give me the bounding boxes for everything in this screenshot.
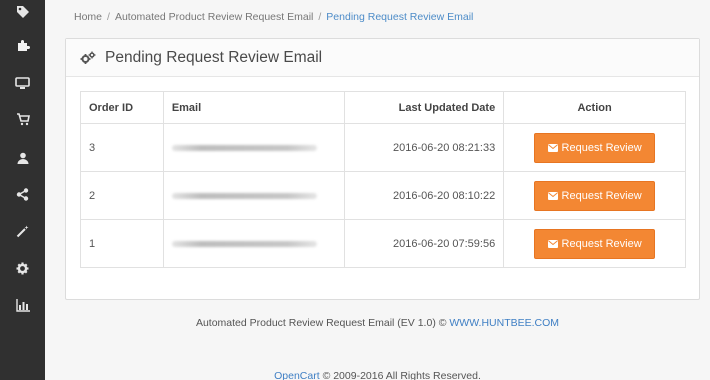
request-review-button[interactable]: Request Review	[534, 180, 656, 211]
date-cell: 2016-06-20 07:59:56	[343, 219, 505, 268]
table-row: 2 2016-06-20 08:10:22 Request Review	[80, 171, 686, 220]
column-header-action: Action	[503, 91, 686, 124]
breadcrumb-separator: /	[318, 11, 322, 23]
request-review-label: Request Review	[561, 237, 642, 250]
email-cell	[162, 219, 345, 268]
share-icon	[16, 187, 29, 201]
table-row: 1 2016-06-20 07:59:56 Request Review	[80, 219, 686, 268]
action-cell: Request Review	[503, 123, 686, 172]
copyright-text: © 2009-2016 All Rights Reserved.	[322, 370, 481, 380]
breadcrumb-home[interactable]: Home	[74, 11, 102, 23]
breadcrumb-module[interactable]: Automated Product Review Request Email	[115, 11, 313, 23]
panel-heading: Pending Request Review Email	[66, 39, 699, 77]
order-id-cell: 3	[80, 123, 164, 172]
envelope-icon	[547, 191, 558, 200]
request-review-button[interactable]: Request Review	[534, 132, 656, 163]
date-cell: 2016-06-20 08:21:33	[343, 123, 505, 172]
blurred-email	[171, 192, 317, 199]
request-review-label: Request Review	[561, 141, 642, 154]
email-cell	[162, 171, 345, 220]
huntbee-link[interactable]: WWW.HUNTBEE.COM	[449, 317, 559, 329]
breadcrumb-current[interactable]: Pending Request Review Email	[326, 11, 473, 23]
table-row: 3 2016-06-20 08:21:33 Request Review	[80, 123, 686, 172]
gear-icon	[16, 262, 29, 275]
tags-icon	[16, 5, 30, 19]
sidebar-item-tools[interactable]	[0, 214, 45, 248]
extension-footer: Automated Product Review Request Email (…	[45, 317, 710, 329]
envelope-icon	[547, 143, 558, 152]
column-header-last-updated[interactable]: Last Updated Date	[343, 91, 505, 124]
order-id-cell: 2	[80, 171, 164, 220]
extension-footer-text: Automated Product Review Request Email (…	[195, 317, 447, 329]
desktop-icon	[15, 76, 30, 90]
opencart-footer: OpenCart © 2009-2016 All Rights Reserved…	[45, 370, 710, 380]
sidebar-item-extensions[interactable]	[0, 28, 45, 62]
action-cell: Request Review	[503, 219, 686, 268]
wand-icon	[16, 225, 29, 238]
panel-title: Pending Request Review Email	[105, 48, 323, 66]
main-content: Home / Automated Product Review Request …	[45, 0, 710, 380]
cogs-icon	[80, 51, 96, 65]
sidebar-item-design[interactable]	[0, 66, 45, 100]
sidebar-item-reports[interactable]	[0, 288, 45, 322]
breadcrumb: Home / Automated Product Review Request …	[74, 11, 473, 23]
opencart-link[interactable]: OpenCart	[274, 370, 320, 380]
breadcrumb-separator: /	[107, 11, 110, 23]
sidebar-item-system[interactable]	[0, 251, 45, 285]
cart-icon	[16, 112, 30, 126]
date-cell: 2016-06-20 08:10:22	[343, 171, 505, 220]
blurred-email	[171, 144, 317, 151]
pending-review-panel: Pending Request Review Email Order ID Em…	[65, 38, 700, 300]
pending-requests-table: Order ID Email Last Updated Date Action …	[80, 91, 686, 268]
user-icon	[17, 152, 29, 164]
sidebar-item-customers[interactable]	[0, 141, 45, 175]
column-header-order-id[interactable]: Order ID	[80, 91, 164, 124]
sidebar	[0, 0, 45, 380]
puzzle-icon	[16, 38, 30, 52]
sidebar-item-sales[interactable]	[0, 102, 45, 136]
action-cell: Request Review	[503, 171, 686, 220]
sidebar-item-marketing[interactable]	[0, 177, 45, 211]
request-review-button[interactable]: Request Review	[534, 228, 656, 259]
column-header-email[interactable]: Email	[162, 91, 345, 124]
order-id-cell: 1	[80, 219, 164, 268]
envelope-icon	[547, 239, 558, 248]
blurred-email	[171, 240, 317, 247]
table-header-row: Order ID Email Last Updated Date Action	[80, 91, 686, 124]
request-review-label: Request Review	[561, 189, 642, 202]
email-cell	[162, 123, 345, 172]
bar-chart-icon	[15, 298, 30, 312]
sidebar-item-catalog[interactable]	[0, 0, 45, 29]
